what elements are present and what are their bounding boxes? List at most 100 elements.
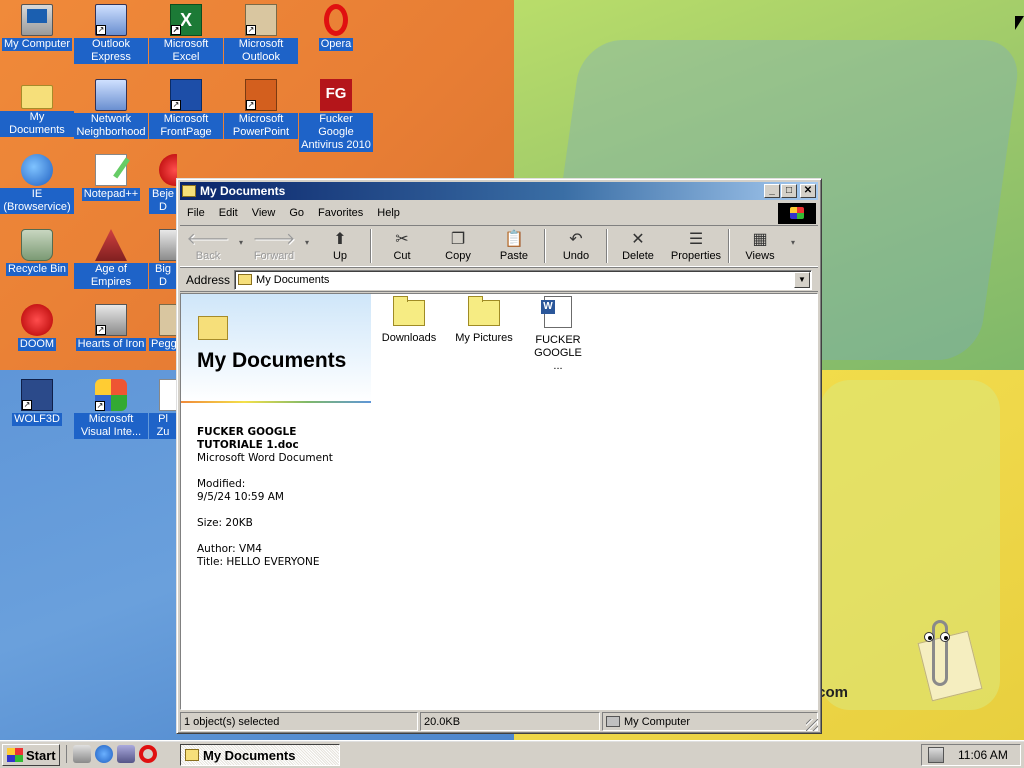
delete-button[interactable]: ✕ Delete (610, 226, 666, 266)
show-desktop-icon[interactable] (73, 745, 91, 763)
desktop-icon-pl-zu[interactable]: Pl Zu (149, 377, 177, 447)
views-button[interactable]: ▦ Views (732, 226, 788, 266)
close-button[interactable]: ✕ (800, 184, 816, 198)
folder-icon (21, 85, 53, 109)
office-assistant-clippy[interactable] (917, 618, 983, 702)
taskbar-button-my-documents[interactable]: My Documents (180, 744, 340, 766)
desktop-icon-microsoft-outlook[interactable]: ↗ Microsoft Outlook (224, 2, 298, 72)
standard-toolbar: 🡐 Back ▾ 🡒 Forward ▾ ⬆ Up ✂ Cut ❐ Copy 📋… (180, 225, 818, 267)
undo-button[interactable]: ↶ Undo (548, 226, 604, 266)
banner-divider (181, 401, 371, 403)
back-button[interactable]: 🡐 Back (180, 226, 236, 266)
desktop-icon-microsoft-excel[interactable]: X ↗ Microsoft Excel (149, 2, 223, 72)
copy-button[interactable]: ❐ Copy (430, 226, 486, 266)
shortcut-arrow-icon: ↗ (96, 25, 106, 35)
clock[interactable]: 11:06 AM (958, 748, 1008, 762)
game-icon (159, 154, 177, 186)
forward-dropdown-icon[interactable]: ▾ (302, 226, 312, 266)
desktop-icon-notepad-plus-plus[interactable]: Notepad++ (74, 152, 148, 222)
maximize-button[interactable]: □ (781, 184, 797, 198)
desktop-icon-microsoft-frontpage[interactable]: ↗ Microsoft FrontPage (149, 77, 223, 147)
desktop-icon-label: Microsoft PowerPoint (224, 113, 298, 139)
desktop-icon-ie[interactable]: IE (Browservice) (0, 152, 74, 222)
file-item-downloads[interactable]: Downloads (372, 296, 446, 345)
forward-button[interactable]: 🡒 Forward (246, 226, 302, 266)
window-titlebar[interactable]: My Documents _ □ ✕ (180, 182, 818, 200)
desktop-icon-label: WOLF3D (12, 413, 62, 426)
desktop-icon-age-of-empires[interactable]: Age of Empires (74, 227, 148, 297)
desktop-icon-label: Network Neighborhood (74, 113, 148, 139)
wolf3d-icon: ↗ (21, 379, 53, 411)
taskbar: Start My Documents 11:06 AM (0, 740, 1024, 768)
computer-icon (606, 716, 620, 727)
detail-modified-value: 9/5/24 10:59 AM (197, 491, 284, 503)
desktop-icon-hearts-of-iron[interactable]: ↗ Hearts of Iron (74, 302, 148, 372)
my-documents-window: My Documents _ □ ✕ File Edit View Go Fav… (176, 178, 822, 734)
doom-icon (21, 304, 53, 336)
shortcut-arrow-icon: ↗ (246, 100, 256, 110)
word-document-icon (541, 296, 572, 328)
menu-file[interactable]: File (180, 207, 212, 219)
game-icon (159, 229, 177, 261)
shortcut-arrow-icon: ↗ (95, 401, 105, 411)
notepad-icon (95, 154, 127, 186)
minimize-button[interactable]: _ (764, 184, 780, 198)
internet-explorer-icon[interactable] (95, 745, 113, 763)
folder-icon (182, 185, 196, 197)
outlook-express-icon: ↗ (95, 4, 127, 36)
up-label: Up (332, 250, 348, 262)
taskbar-button-label: My Documents (203, 747, 296, 763)
views-dropdown-icon[interactable]: ▾ (788, 226, 798, 266)
excel-icon: X ↗ (170, 4, 202, 36)
detail-type: Microsoft Word Document (197, 452, 333, 464)
paperclip-icon (932, 620, 948, 686)
detail-author: Author: VM4 (197, 543, 262, 555)
recycle-bin-icon (21, 229, 53, 261)
outlook-express-icon[interactable] (117, 745, 135, 763)
desktop-icon-label: Beje D (149, 188, 177, 214)
file-item-word-doc[interactable]: FUCKER GOOGLE ... (522, 296, 594, 373)
desktop-icon-label: Notepad++ (81, 188, 141, 201)
back-dropdown-icon[interactable]: ▾ (236, 226, 246, 266)
desktop-icon-label: IE (Browservice) (0, 188, 74, 214)
desktop-icon-visual-interdev[interactable]: ↗ Microsoft Visual Inte... (74, 377, 148, 447)
detail-title: Title: HELLO EVERYONE (197, 556, 320, 568)
menu-go[interactable]: Go (282, 207, 311, 219)
desktop-icon-label: Microsoft Outlook (224, 38, 298, 64)
menu-edit[interactable]: Edit (212, 207, 245, 219)
desktop-icon-network-neighborhood[interactable]: Network Neighborhood (74, 77, 148, 147)
menu-favorites[interactable]: Favorites (311, 207, 370, 219)
menu-help[interactable]: Help (370, 207, 407, 219)
desktop-icon-my-computer[interactable]: My Computer (0, 2, 74, 72)
address-dropdown-button[interactable]: ▼ (794, 271, 810, 288)
desktop-icon-fg-antivirus[interactable]: FG Fucker Google Antivirus 2010 (299, 77, 373, 152)
views-grid-icon: ▦ (752, 231, 768, 248)
start-button[interactable]: Start (2, 744, 60, 766)
file-item-my-pictures[interactable]: My Pictures (447, 296, 521, 345)
desktop-icon-opera[interactable]: Opera (299, 2, 373, 72)
scheduler-icon[interactable] (928, 747, 944, 763)
internet-explorer-icon (21, 154, 53, 186)
paste-button[interactable]: 📋 Paste (486, 226, 542, 266)
desktop-icon-big-d[interactable]: Big D (149, 227, 177, 297)
desktop-icon-label: DOOM (17, 338, 57, 351)
desktop-icon-microsoft-powerpoint[interactable]: ↗ Microsoft PowerPoint (224, 77, 298, 147)
resize-grip[interactable] (806, 719, 818, 731)
menu-view[interactable]: View (245, 207, 283, 219)
desktop-icon-recycle-bin[interactable]: Recycle Bin (0, 227, 74, 297)
folder-content-pane[interactable]: My Documents FUCKER GOOGLE TUTORIALE 1.d… (180, 293, 818, 710)
desktop-icon-bejeweled[interactable]: Beje D (149, 152, 177, 222)
desktop-icon-wolf3d[interactable]: ↗ WOLF3D (0, 377, 74, 447)
forward-label: Forward (253, 250, 295, 262)
up-button[interactable]: ⬆ Up (312, 226, 368, 266)
address-field[interactable]: My Documents ▼ (234, 269, 812, 290)
desktop-icon-pegg[interactable]: Pegg (149, 302, 177, 372)
desktop-icon-doom[interactable]: DOOM (0, 302, 74, 372)
desktop-icon-my-documents[interactable]: My Documents (0, 77, 74, 147)
cut-button[interactable]: ✂ Cut (374, 226, 430, 266)
properties-button[interactable]: ☰ Properties (666, 226, 726, 266)
opera-icon[interactable] (139, 745, 157, 763)
computer-icon (21, 4, 53, 36)
desktop-icon-outlook-express[interactable]: ↗ Outlook Express (74, 2, 148, 72)
undo-icon: ↶ (569, 231, 583, 248)
